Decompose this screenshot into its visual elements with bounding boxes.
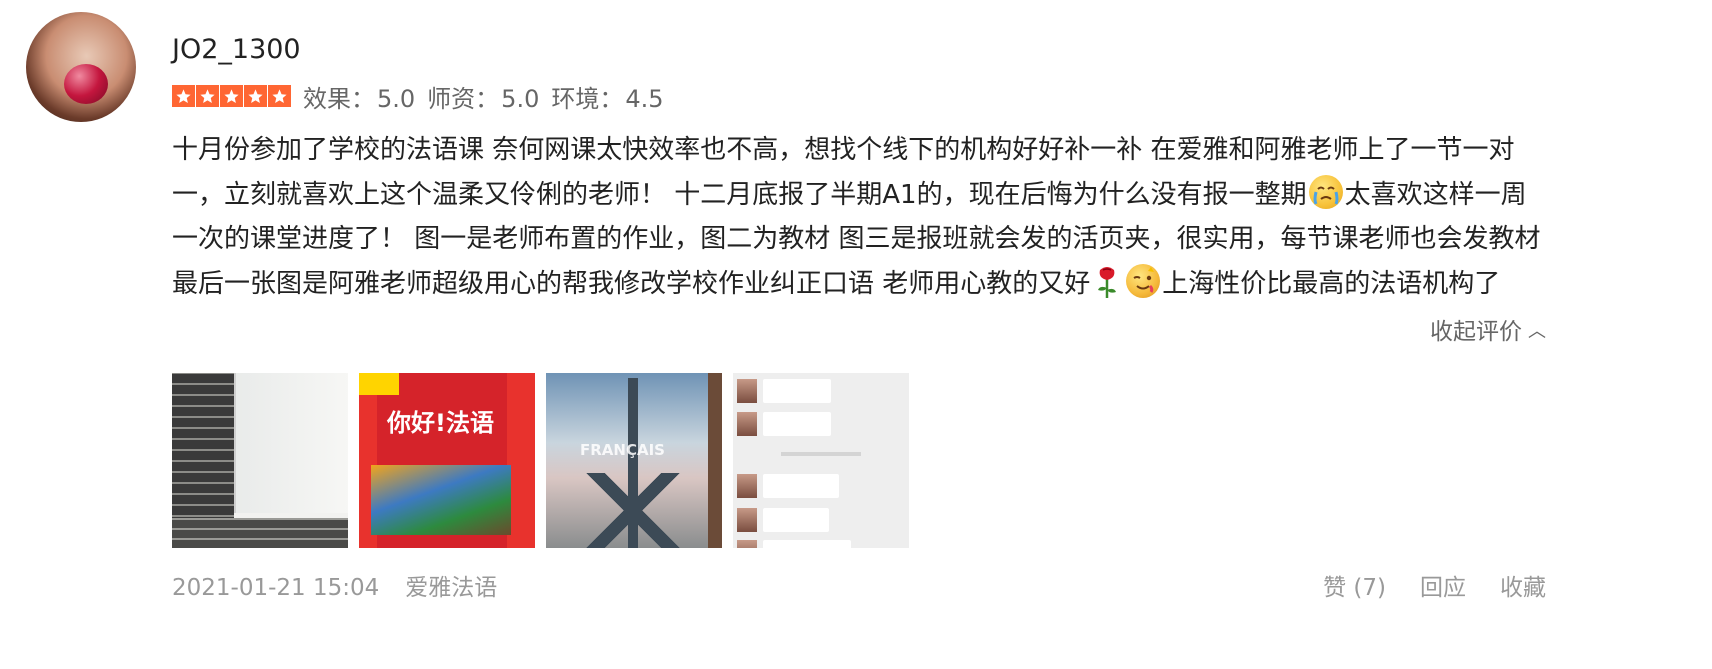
voice-bubble	[763, 474, 839, 498]
avatar-apple-detail	[64, 64, 108, 104]
star-icon	[172, 85, 195, 107]
star-icon	[268, 85, 291, 107]
review-timestamp: 2021-01-21 15:04	[172, 575, 380, 601]
winking-face-icon	[1126, 263, 1161, 298]
voice-bubble	[763, 412, 831, 436]
chat-avatar	[737, 508, 757, 532]
star-icon	[220, 85, 243, 107]
score-environment: 环境：4.5	[551, 84, 664, 113]
chat-avatar	[737, 412, 757, 436]
review-text-part-3: 上海性价比最高的法语机构了	[1162, 268, 1501, 299]
reply-button[interactable]: 回应	[1420, 568, 1466, 602]
chat-timestamp	[781, 452, 861, 456]
book-cover-scene	[371, 465, 511, 535]
chat-message	[737, 473, 839, 499]
score-teachers: 师资：5.0	[427, 84, 540, 113]
voice-bubble	[763, 540, 851, 548]
chevron-up-icon: ︿	[1528, 321, 1546, 342]
crying-face-icon	[1308, 174, 1343, 209]
binder-caption: FRANÇAIS	[580, 441, 665, 459]
like-button[interactable]: 赞 (7)	[1323, 568, 1386, 602]
review-meta: 2021-01-21 15:04 爱雅法语	[172, 568, 497, 602]
whiteboard	[234, 373, 348, 513]
voice-bubble	[763, 379, 831, 403]
voice-bubble	[763, 508, 829, 532]
review-photo-3[interactable]: FRANÇAIS	[546, 373, 722, 548]
eiffel-tower-base	[576, 473, 690, 548]
binder-edge	[708, 373, 722, 548]
collapse-label: 收起评价	[1430, 319, 1522, 345]
chat-message	[737, 507, 829, 533]
chat-message	[737, 539, 851, 548]
favorite-button[interactable]: 收藏	[1500, 568, 1546, 602]
review-photo-4[interactable]	[733, 373, 909, 548]
score-effect: 效果：5.0	[303, 84, 416, 113]
star-rating	[172, 85, 291, 107]
rating-row: 效果：5.0 师资：5.0 环境：4.5	[172, 80, 676, 113]
star-icon	[244, 85, 267, 107]
collapse-review-button[interactable]: 收起评价 ︿	[1430, 312, 1546, 346]
review-actions: 赞 (7) 回应 收藏	[1323, 568, 1546, 602]
chat-avatar	[737, 474, 757, 498]
shop-link[interactable]: 爱雅法语	[405, 575, 497, 601]
review-photo-2[interactable]: 你好!法语	[359, 373, 535, 548]
book-title: 你好!法语	[387, 409, 494, 437]
rose-icon	[1094, 264, 1120, 300]
star-icon	[196, 85, 219, 107]
book-logo	[359, 373, 399, 395]
chat-message	[737, 411, 831, 437]
avatar[interactable]	[26, 12, 136, 122]
chat-message	[737, 378, 831, 404]
review-text: 十月份参加了学校的法语课 奈何网课太快效率也不高，想找个线下的机构好好补一补 在…	[172, 128, 1542, 306]
review-photo-1[interactable]	[172, 373, 348, 548]
like-count: (7)	[1353, 575, 1386, 601]
brick-wall	[172, 518, 348, 548]
like-label: 赞	[1323, 575, 1347, 601]
chat-avatar	[737, 540, 757, 548]
chat-avatar	[737, 379, 757, 403]
username[interactable]: JO2_1300	[172, 34, 301, 65]
